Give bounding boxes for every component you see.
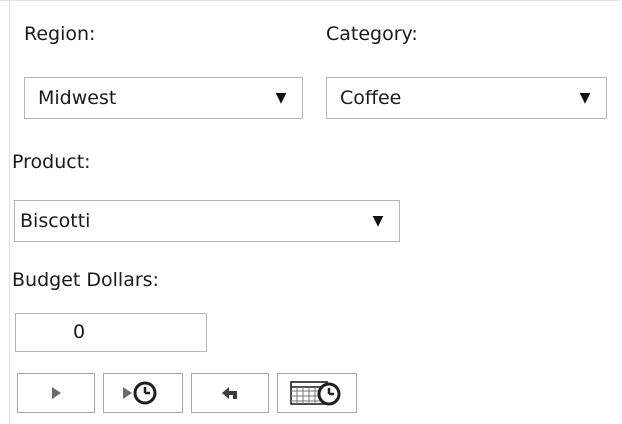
category-label: Category:: [326, 23, 418, 45]
panel-top-border: [0, 0, 620, 1]
product-label: Product:: [12, 151, 91, 173]
play-scheduled-icon: [123, 381, 157, 405]
run-scheduled-button[interactable]: [103, 373, 183, 413]
schedule-button[interactable]: [277, 373, 357, 413]
undo-icon: [222, 387, 237, 399]
product-select[interactable]: Biscotti ▼: [14, 200, 400, 242]
region-select[interactable]: Midwest ▼: [24, 77, 303, 119]
category-select[interactable]: Coffee ▼: [326, 77, 607, 119]
schedule-grid-icon: [290, 381, 341, 406]
product-select-value: Biscotti: [20, 210, 91, 232]
play-icon: [52, 387, 61, 399]
budget-dollars-input[interactable]: 0: [15, 313, 207, 352]
run-button[interactable]: [17, 373, 95, 413]
chevron-down-icon: ▼: [372, 213, 384, 229]
budget-label: Budget Dollars:: [12, 269, 159, 291]
region-label: Region:: [24, 23, 96, 45]
undo-button[interactable]: [191, 373, 269, 413]
region-select-value: Midwest: [38, 87, 117, 109]
category-select-value: Coffee: [340, 87, 402, 109]
chevron-down-icon: ▼: [275, 90, 287, 106]
chevron-down-icon: ▼: [579, 90, 591, 106]
panel-left-border: [9, 0, 10, 424]
